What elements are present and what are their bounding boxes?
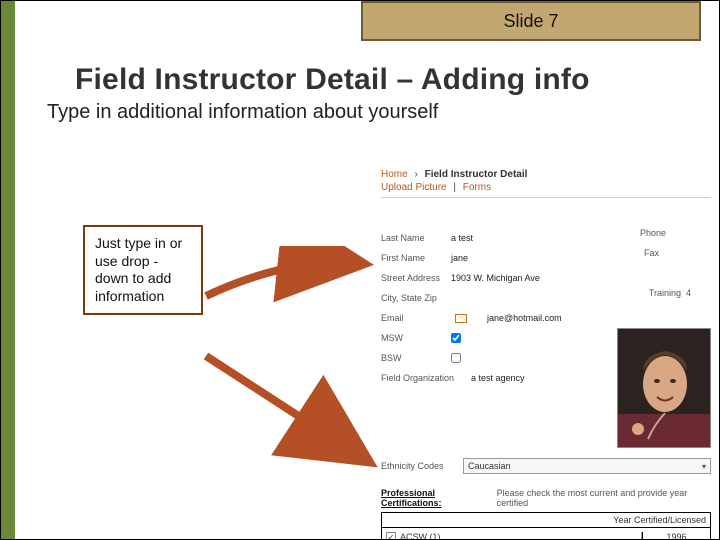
- select-ethnicity-value: Caucasian: [468, 461, 511, 471]
- label-street: Street Address: [381, 273, 451, 283]
- screenshot-panel: Home › Field Instructor Detail Upload Pi…: [381, 165, 711, 519]
- cert-heading-sub: Please check the most current and provid…: [497, 488, 711, 508]
- slide-title: Field Instructor Detail – Adding info: [75, 63, 590, 97]
- cert-col-year: Year Certified/Licensed: [382, 513, 710, 528]
- label-bsw: BSW: [381, 353, 451, 363]
- label-ethnicity: Ethnicity Codes: [381, 461, 459, 471]
- sub-nav: Upload Picture | Forms: [381, 182, 711, 198]
- label-field-org: Field Organization: [381, 373, 471, 383]
- link-upload-picture[interactable]: Upload Picture: [381, 182, 447, 193]
- cert-heading-label: Professional Certifications:: [381, 488, 493, 508]
- breadcrumb: Home › Field Instructor Detail: [381, 165, 711, 182]
- cert-label: ACSW (1): [400, 532, 441, 540]
- cert-year[interactable]: 1996: [642, 532, 710, 540]
- slide-number: Slide 7: [503, 11, 558, 32]
- slide-number-box: Slide 7: [361, 1, 701, 41]
- checkbox-msw[interactable]: [451, 333, 461, 343]
- label-training: Training: [649, 288, 681, 298]
- value-last-name[interactable]: a test: [451, 233, 473, 243]
- divider: |: [449, 182, 460, 193]
- breadcrumb-home[interactable]: Home: [381, 169, 408, 180]
- select-ethnicity[interactable]: Caucasian ▾: [463, 458, 711, 474]
- label-first-name: First Name: [381, 253, 451, 263]
- slide-subtitle: Type in additional information about you…: [47, 101, 438, 124]
- label-msw: MSW: [381, 333, 451, 343]
- value-email[interactable]: jane@hotmail.com: [487, 313, 562, 323]
- label-fax: Fax: [644, 248, 659, 258]
- ethnicity-row: Ethnicity Codes Caucasian ▾: [381, 458, 711, 474]
- value-street[interactable]: 1903 W. Michigan Ave: [451, 273, 540, 283]
- table-row: ✓ ACSW (1) 1996: [382, 528, 710, 540]
- callout-box: Just type in or use drop -down to add in…: [83, 225, 203, 315]
- profile-photo: [617, 328, 711, 448]
- chevron-right-icon: ›: [410, 169, 421, 180]
- label-phone: Phone: [640, 228, 666, 238]
- link-forms[interactable]: Forms: [463, 182, 491, 193]
- arrow-icon: [201, 351, 381, 471]
- chevron-down-icon: ▾: [702, 462, 706, 471]
- checkbox-cert[interactable]: ✓: [386, 532, 396, 540]
- breadcrumb-current: Field Instructor Detail: [425, 169, 528, 180]
- value-first-name[interactable]: jane: [451, 253, 468, 263]
- label-email: Email: [381, 313, 451, 323]
- slide-frame: Slide 7 Field Instructor Detail – Adding…: [0, 0, 720, 540]
- cert-heading: Professional Certifications: Please chec…: [381, 488, 711, 508]
- value-field-org[interactable]: a test agency: [471, 373, 525, 383]
- left-accent-bar: [1, 1, 15, 540]
- label-city: City, State Zip: [381, 293, 451, 303]
- cert-table: Year Certified/Licensed ✓ACSW (1)1996✓Li…: [381, 512, 711, 540]
- checkbox-bsw[interactable]: [451, 353, 461, 363]
- arrow-icon: [201, 246, 381, 306]
- mail-icon: [455, 314, 467, 323]
- value-training: 4: [686, 288, 691, 298]
- form-area: Phone Fax Training 4 Last Namea test Fir…: [381, 228, 711, 540]
- label-last-name: Last Name: [381, 233, 451, 243]
